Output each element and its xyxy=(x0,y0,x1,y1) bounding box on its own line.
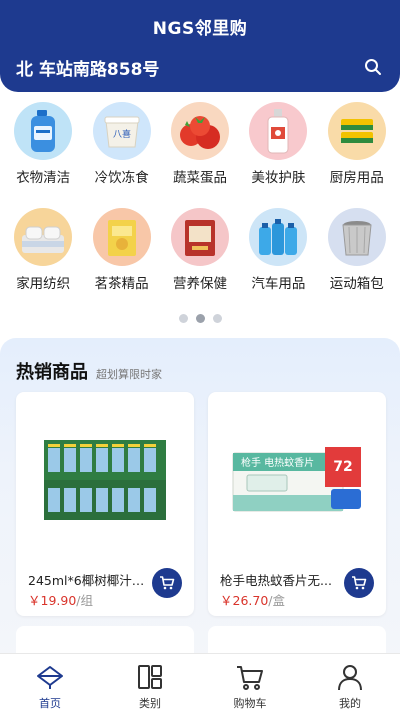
tab-home[interactable]: 首页 xyxy=(0,654,100,715)
svg-text:八喜: 八喜 xyxy=(113,128,131,140)
add-to-cart-button[interactable] xyxy=(152,568,182,598)
product-price-row: ￥19.90/组 xyxy=(28,590,93,609)
category-item-beauty[interactable]: 美妆护肤 xyxy=(242,102,314,186)
category-row: 衣物清洁 八喜 冷饮冻食 蔬菜蛋品 美妆护肤 厨房用品 xyxy=(0,102,400,186)
tab-category[interactable]: 类别 xyxy=(100,654,200,715)
category-row: 家用纺织 茗茶精品 营养保健 汽车用品 运动箱包 xyxy=(0,208,400,292)
add-to-cart-button[interactable] xyxy=(344,568,374,598)
category-label: 厨房用品 xyxy=(329,170,384,186)
bottom-tab-bar: 首页 类别 购物车 我的 xyxy=(0,653,400,715)
product-name[interactable]: 枪手电热蚊香片无... xyxy=(220,570,346,589)
category-grid: 衣物清洁 八喜 冷饮冻食 蔬菜蛋品 美妆护肤 厨房用品 家用纺织 茗茶精品 营养… xyxy=(0,102,400,292)
tab-cart[interactable]: 购物车 xyxy=(200,654,300,715)
home-icon xyxy=(35,662,65,692)
app-title: NGS邻里购 xyxy=(152,19,248,39)
product-image[interactable]: 枪手 电热蚊香片 72 xyxy=(218,402,376,560)
address-text[interactable]: 北 车站南路858号 xyxy=(16,55,159,80)
product-card[interactable]: 枪手 电热蚊香片 72 枪手电热蚊香片无... ￥26.70/盒 xyxy=(208,392,386,616)
product-unit: /盒 xyxy=(268,593,286,608)
section-subtitle: 超划算限时家 xyxy=(96,368,162,381)
category-label: 汽车用品 xyxy=(251,276,306,292)
carousel-pager xyxy=(0,314,400,323)
tab-label: 类别 xyxy=(139,697,161,710)
tomato-icon xyxy=(170,102,229,160)
category-label: 茗茶精品 xyxy=(94,276,149,292)
tab-label: 首页 xyxy=(39,697,61,710)
category-item-textile[interactable]: 家用纺织 xyxy=(7,208,79,292)
cart-icon xyxy=(352,576,367,590)
pager-dot[interactable] xyxy=(212,314,222,323)
category-item-kitchen[interactable]: 厨房用品 xyxy=(321,102,393,186)
fluid-bottles-icon xyxy=(249,208,308,266)
category-label: 美妆护肤 xyxy=(251,170,306,186)
tab-label: 购物车 xyxy=(233,697,267,710)
detergent-bottle-icon xyxy=(14,102,73,160)
tab-label: 我的 xyxy=(339,697,361,710)
tab-profile[interactable]: 我的 xyxy=(300,654,400,715)
supplement-box-icon xyxy=(170,208,229,266)
basket-bag-icon xyxy=(327,208,386,266)
category-item-frozen[interactable]: 八喜 冷饮冻食 xyxy=(86,102,158,186)
category-label: 家用纺织 xyxy=(16,276,71,292)
sponge-icon xyxy=(327,102,386,160)
section-title: 热销商品 xyxy=(16,362,88,383)
app-root: NGS邻里购 北 车站南路858号 衣物清洁 八喜 冷饮冻食 蔬菜蛋品 美妆护肤… xyxy=(0,0,400,715)
lotion-bottle-icon xyxy=(249,102,308,160)
tea-box-icon xyxy=(92,208,151,266)
ice-cream-tub-icon: 八喜 xyxy=(92,102,151,160)
pager-dot-active[interactable] xyxy=(195,314,205,323)
product-price: ￥26.70 xyxy=(220,593,269,608)
cart-icon xyxy=(235,662,265,692)
header: NGS邻里购 北 车站南路858号 xyxy=(0,0,400,92)
category-item-laundry[interactable]: 衣物清洁 xyxy=(7,102,79,186)
category-icon xyxy=(135,662,165,692)
category-label: 营养保健 xyxy=(172,276,227,292)
product-unit: /组 xyxy=(76,593,94,608)
product-price-row: ￥26.70/盒 xyxy=(220,590,285,609)
category-item-sports-bags[interactable]: 运动箱包 xyxy=(321,208,393,292)
section-header: 热销商品 超划算限时家 xyxy=(16,358,162,384)
svg-text:枪手 电热蚊香片: 枪手 电热蚊香片 xyxy=(241,456,314,469)
bedding-icon xyxy=(14,208,73,266)
category-label: 冷饮冻食 xyxy=(94,170,149,186)
product-card[interactable]: 245ml*6椰树椰汁利... ￥19.90/组 xyxy=(16,392,194,616)
product-name[interactable]: 245ml*6椰树椰汁利... xyxy=(28,570,154,589)
svg-text:72: 72 xyxy=(333,459,352,475)
category-item-vegetables[interactable]: 蔬菜蛋品 xyxy=(164,102,236,186)
product-price: ￥19.90 xyxy=(28,593,77,608)
category-item-health[interactable]: 营养保健 xyxy=(164,208,236,292)
category-item-tea[interactable]: 茗茶精品 xyxy=(86,208,158,292)
category-label: 运动箱包 xyxy=(329,276,384,292)
address-bar[interactable]: 北 车站南路858号 xyxy=(16,54,384,80)
category-label: 衣物清洁 xyxy=(16,170,71,186)
search-icon[interactable] xyxy=(362,56,384,78)
pager-dot[interactable] xyxy=(178,314,188,323)
category-label: 蔬菜蛋品 xyxy=(172,170,227,186)
user-icon xyxy=(335,662,365,692)
category-item-auto[interactable]: 汽车用品 xyxy=(242,208,314,292)
hot-products-section: 热销商品 超划算限时家 245ml*6椰树椰汁利... ￥19.90/组 枪手 … xyxy=(0,338,400,668)
product-image[interactable] xyxy=(26,402,184,560)
cart-icon xyxy=(160,576,175,590)
